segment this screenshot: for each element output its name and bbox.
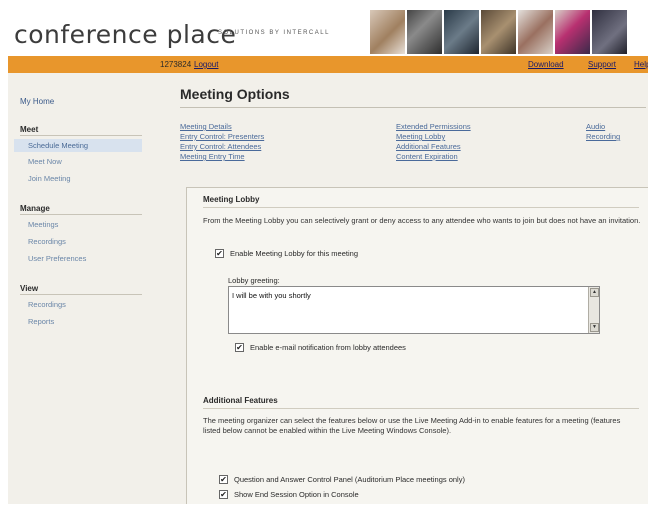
header: conference place SOLUTIONS BY INTERCALL	[8, 8, 648, 56]
sidebar-item-meet-now[interactable]: Meet Now	[28, 157, 62, 166]
enable-lobby-label: Enable Meeting Lobby for this meeting	[230, 249, 358, 258]
lobby-email-notify-row[interactable]: ✔ Enable e-mail notification from lobby …	[235, 343, 406, 352]
header-photo	[444, 10, 479, 54]
logo[interactable]: conference place	[14, 20, 236, 49]
header-photo	[481, 10, 516, 54]
sidebar-item-recordings[interactable]: Recordings	[28, 237, 66, 246]
qa-control-panel-label: Question and Answer Control Panel (Audit…	[234, 475, 465, 484]
header-photo-strip	[370, 10, 629, 54]
page-title: Meeting Options	[180, 86, 290, 102]
divider	[203, 408, 639, 409]
link-meeting-entry-time[interactable]: Meeting Entry Time	[180, 152, 245, 161]
link-meeting-lobby[interactable]: Meeting Lobby	[396, 132, 445, 141]
link-audio[interactable]: Audio	[586, 122, 605, 131]
sidebar-section-meet: Meet	[20, 125, 39, 134]
sidebar: My Home Meet Schedule Meeting Meet Now J…	[8, 73, 148, 504]
section-heading-meeting-lobby: Meeting Lobby	[203, 195, 260, 204]
header-photo	[592, 10, 627, 54]
support-link[interactable]: Support	[588, 60, 616, 69]
lobby-greeting-value: I will be with you shortly	[232, 291, 311, 300]
sidebar-section-view: View	[20, 284, 39, 293]
sidebar-item-join-meeting[interactable]: Join Meeting	[28, 174, 71, 183]
lobby-greeting-label: Lobby greeting:	[228, 276, 280, 285]
enable-lobby-checkbox[interactable]: ✔	[215, 249, 224, 258]
divider	[203, 207, 639, 208]
logo-tagline: SOLUTIONS BY INTERCALL	[218, 30, 330, 36]
link-entry-control-presenters[interactable]: Entry Control: Presenters	[180, 132, 264, 141]
link-recording[interactable]: Recording	[586, 132, 620, 141]
help-link[interactable]: Help	[634, 60, 648, 69]
header-photo	[407, 10, 442, 54]
download-link[interactable]: Download	[528, 60, 564, 69]
greeting-scrollbar[interactable]: ▲ ▼	[588, 287, 599, 333]
end-session-option-label: Show End Session Option in Console	[234, 490, 359, 499]
sidebar-item-user-preferences[interactable]: User Preferences	[28, 254, 86, 263]
header-photo	[518, 10, 553, 54]
scroll-up-icon[interactable]: ▲	[590, 288, 599, 297]
sidebar-item-schedule-meeting[interactable]: Schedule Meeting	[14, 139, 142, 152]
top-nav-bar: 1273824 Logout Download Support Help	[8, 56, 648, 73]
qa-control-panel-checkbox[interactable]: ✔	[219, 475, 228, 484]
link-entry-control-attendees[interactable]: Entry Control: Attendees	[180, 142, 261, 151]
qa-control-panel-row[interactable]: ✔ Question and Answer Control Panel (Aud…	[219, 475, 465, 484]
header-photo	[555, 10, 590, 54]
sidebar-item-my-home[interactable]: My Home	[20, 97, 54, 106]
link-extended-permissions[interactable]: Extended Permissions	[396, 122, 471, 131]
sidebar-item-meetings[interactable]: Meetings	[28, 220, 58, 229]
header-photo	[370, 10, 405, 54]
enable-lobby-row[interactable]: ✔ Enable Meeting Lobby for this meeting	[215, 249, 358, 258]
divider	[20, 135, 142, 136]
divider	[20, 214, 142, 215]
lobby-email-notify-label: Enable e-mail notification from lobby at…	[250, 343, 406, 352]
divider	[180, 107, 646, 108]
browser-window: conference place SOLUTIONS BY INTERCALL …	[8, 8, 648, 504]
options-panel: Meeting Lobby From the Meeting Lobby you…	[186, 187, 648, 504]
lobby-description: From the Meeting Lobby you can selective…	[203, 216, 641, 225]
user-id: 1273824	[160, 60, 192, 69]
link-additional-features[interactable]: Additional Features	[396, 142, 461, 151]
section-heading-additional-features: Additional Features	[203, 396, 278, 405]
additional-features-description: The meeting organizer can select the fea…	[203, 416, 621, 435]
end-session-option-checkbox[interactable]: ✔	[219, 490, 228, 499]
divider	[20, 294, 142, 295]
main-content: Meeting Options Meeting Details Entry Co…	[168, 73, 648, 504]
end-session-option-row[interactable]: ✔ Show End Session Option in Console	[219, 490, 359, 499]
sidebar-section-manage: Manage	[20, 204, 50, 213]
sidebar-item-view-recordings[interactable]: Recordings	[28, 300, 66, 309]
scroll-down-icon[interactable]: ▼	[590, 323, 599, 332]
link-content-expiration[interactable]: Content Expiration	[396, 152, 458, 161]
lobby-greeting-textarea[interactable]: I will be with you shortly ▲ ▼	[228, 286, 600, 334]
sidebar-item-reports[interactable]: Reports	[28, 317, 54, 326]
logout-link[interactable]: Logout	[194, 60, 218, 69]
link-meeting-details[interactable]: Meeting Details	[180, 122, 232, 131]
lobby-email-notify-checkbox[interactable]: ✔	[235, 343, 244, 352]
